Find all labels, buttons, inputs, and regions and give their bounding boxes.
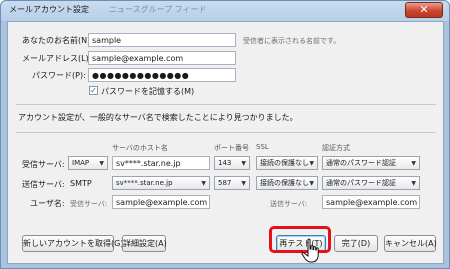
chevron-down-icon: ▼ (99, 160, 104, 167)
chevron-down-icon: ▼ (201, 180, 206, 187)
incoming-auth-select[interactable]: 通常のパスワード認証 ▼ (322, 156, 420, 170)
close-button[interactable]: ✕ (405, 2, 443, 18)
host-column-header: サーバのホスト名 (112, 144, 168, 152)
incoming-ssl-select[interactable]: 接続の保護なし ▼ (256, 156, 318, 170)
chevron-down-icon: ▼ (309, 160, 314, 167)
chevron-down-icon: ▼ (309, 180, 314, 187)
ssl-column-header: SSL (256, 143, 269, 151)
incoming-host-input[interactable]: sv****.star.ne.jp (112, 156, 210, 170)
incoming-port-value: 143 (218, 159, 232, 167)
outgoing-port-value: 587 (218, 179, 232, 187)
remember-password-label[interactable]: パスワードを記憶する(M) (101, 86, 194, 97)
outgoing-host-value: sv****.star.ne.jp (116, 179, 173, 187)
password-label: パスワード(P): (32, 71, 86, 80)
divider (16, 104, 436, 105)
outgoing-ssl-select[interactable]: 接続の保護なし ▼ (256, 176, 318, 190)
get-new-account-button[interactable]: 新しいアカウントを取得(G) (22, 235, 123, 252)
outgoing-username-input[interactable]: sample@example.com (322, 195, 420, 209)
incoming-username-input[interactable]: sample@example.com (112, 195, 210, 209)
name-label: あなたのお名前(N): (22, 36, 93, 45)
incoming-username-label: 受信サーバ: (70, 200, 108, 208)
status-message: アカウント設定が、一般的なサーバ名で検索したことにより見つかりました。 (18, 113, 298, 122)
incoming-auth-value: 通常のパスワード認証 (326, 159, 396, 167)
retest-highlight-frame (269, 226, 331, 253)
password-input[interactable]: ●●●●●●●●●●●●● (88, 68, 236, 82)
done-button[interactable]: 完了(D) (334, 235, 378, 252)
close-icon: ✕ (419, 3, 429, 16)
chevron-down-icon: ▼ (411, 180, 416, 187)
incoming-protocol-value: IMAP (72, 159, 90, 167)
cancel-button[interactable]: キャンセル(A) (384, 235, 437, 252)
outgoing-protocol-value: SMTP (70, 179, 92, 188)
incoming-server-label: 受信サーバ: (22, 160, 65, 169)
incoming-protocol-select[interactable]: IMAP ▼ (68, 156, 108, 170)
username-label: ユーザ名: (30, 199, 65, 208)
chevron-down-icon: ▼ (241, 180, 246, 187)
auth-column-header: 認証方式 (322, 144, 350, 152)
name-input[interactable]: sample (88, 33, 236, 47)
account-settings-window: メールアカウント設定 ニュースグループ フィード ✕ あなたのお名前(N): s… (0, 0, 450, 269)
chevron-down-icon: ▼ (241, 160, 246, 167)
incoming-port-select[interactable]: 143 ▼ (214, 156, 250, 170)
advanced-settings-button[interactable]: 詳細設定(A) (122, 235, 167, 252)
divider (16, 132, 436, 133)
hand-cursor-icon (301, 238, 319, 263)
outgoing-port-select[interactable]: 587 ▼ (214, 176, 250, 190)
outgoing-auth-value: 通常のパスワード認証 (326, 179, 396, 187)
remember-password-checkbox[interactable]: ✓ (89, 86, 98, 95)
outgoing-ssl-value: 接続の保護なし (260, 179, 309, 187)
outgoing-server-label: 送信サーバ: (22, 180, 65, 189)
chevron-down-icon: ▼ (411, 160, 416, 167)
dialog-body: あなたのお名前(N): sample 受信者に表示される名前です。 メールアドレ… (7, 21, 444, 264)
outgoing-auth-select[interactable]: 通常のパスワード認証 ▼ (322, 176, 420, 190)
incoming-ssl-value: 接続の保護なし (260, 159, 309, 167)
title-bar[interactable]: メールアカウント設定 ニュースグループ フィード ✕ (1, 1, 449, 19)
name-hint: 受信者に表示される名前です。 (243, 37, 341, 45)
outgoing-username-label: 送信サーバ: (270, 200, 308, 208)
background-tabs-text: ニュースグループ フィード (109, 5, 207, 14)
email-input[interactable]: sample@example.com (88, 51, 236, 65)
email-label: メールアドレス(L): (22, 54, 92, 63)
outgoing-host-select[interactable]: sv****.star.ne.jp ▼ (112, 176, 210, 190)
window-title: メールアカウント設定 (9, 5, 89, 14)
port-column-header: ポート番号 (214, 144, 249, 152)
